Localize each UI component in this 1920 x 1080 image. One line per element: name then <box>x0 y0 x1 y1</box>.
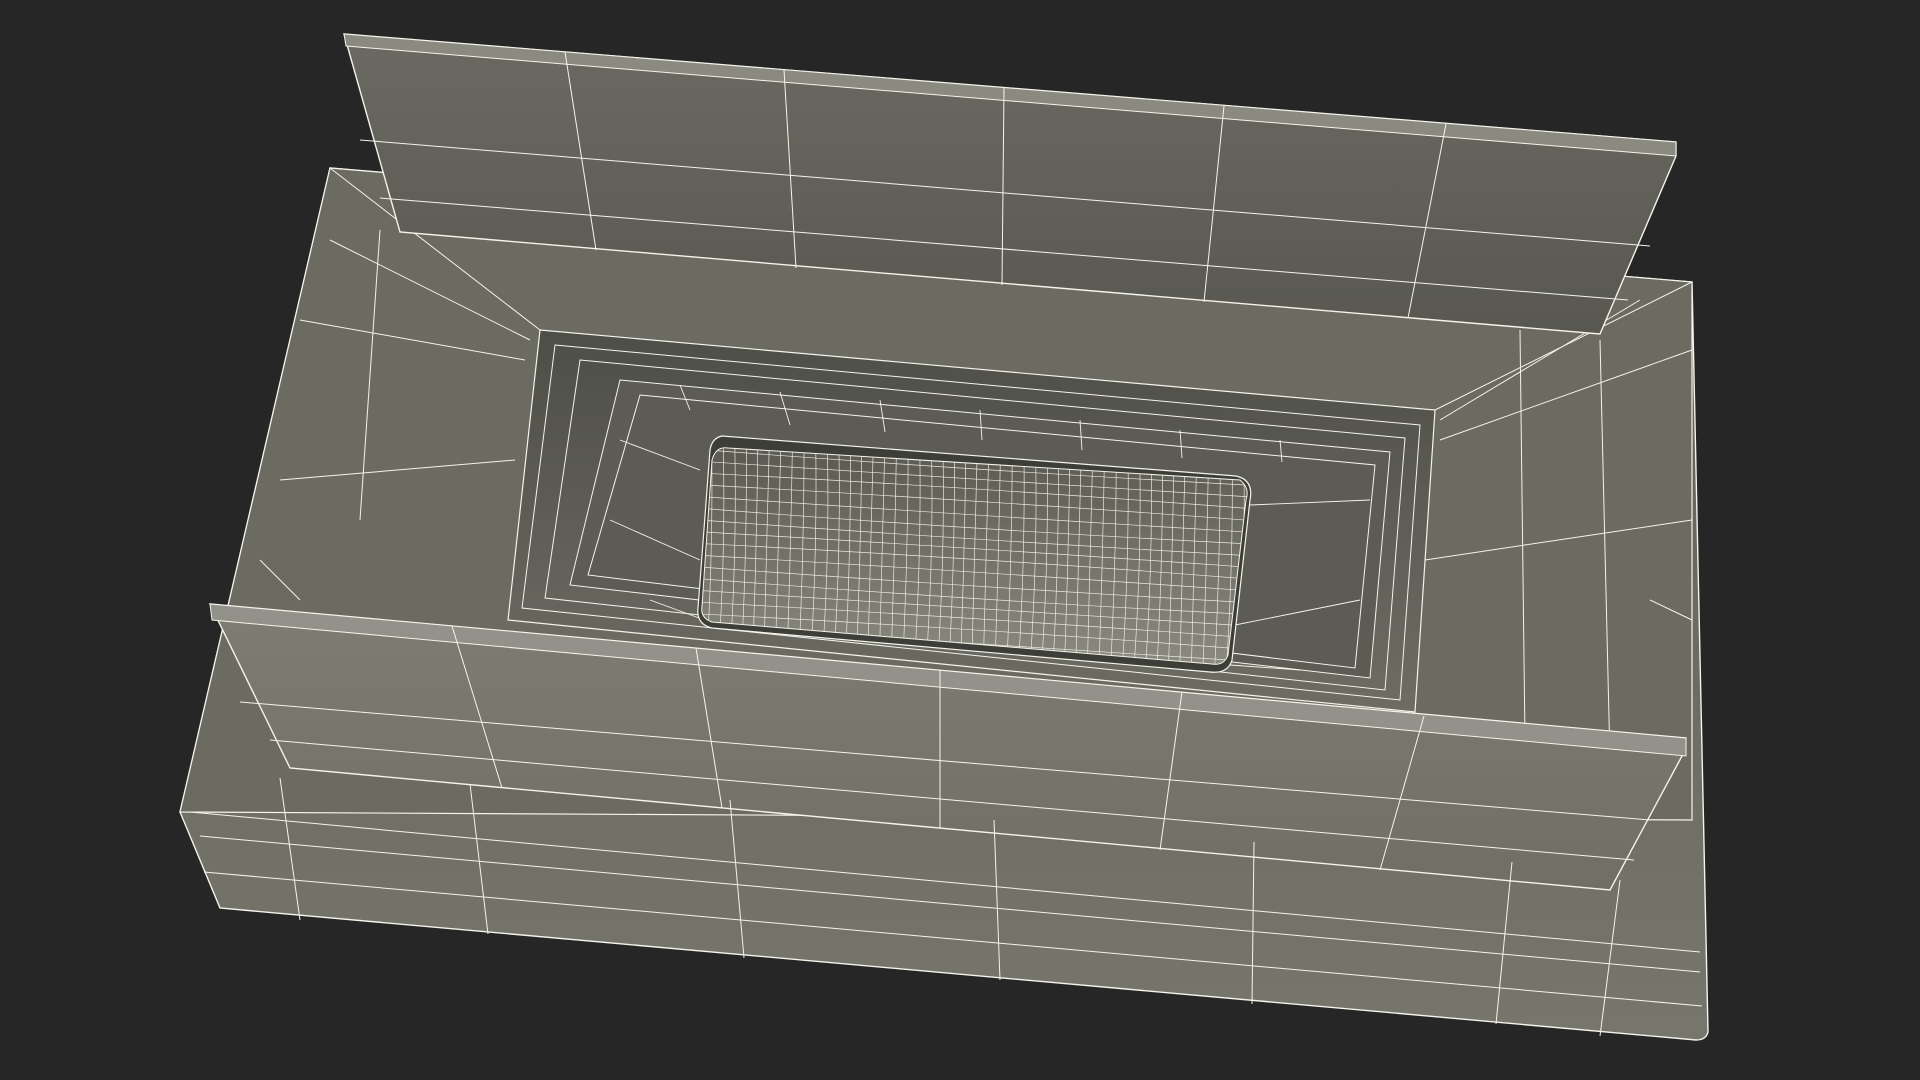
wireframe-render <box>179 33 1709 1041</box>
render-viewport <box>0 0 1920 1080</box>
box-3d-model <box>179 33 1709 1041</box>
